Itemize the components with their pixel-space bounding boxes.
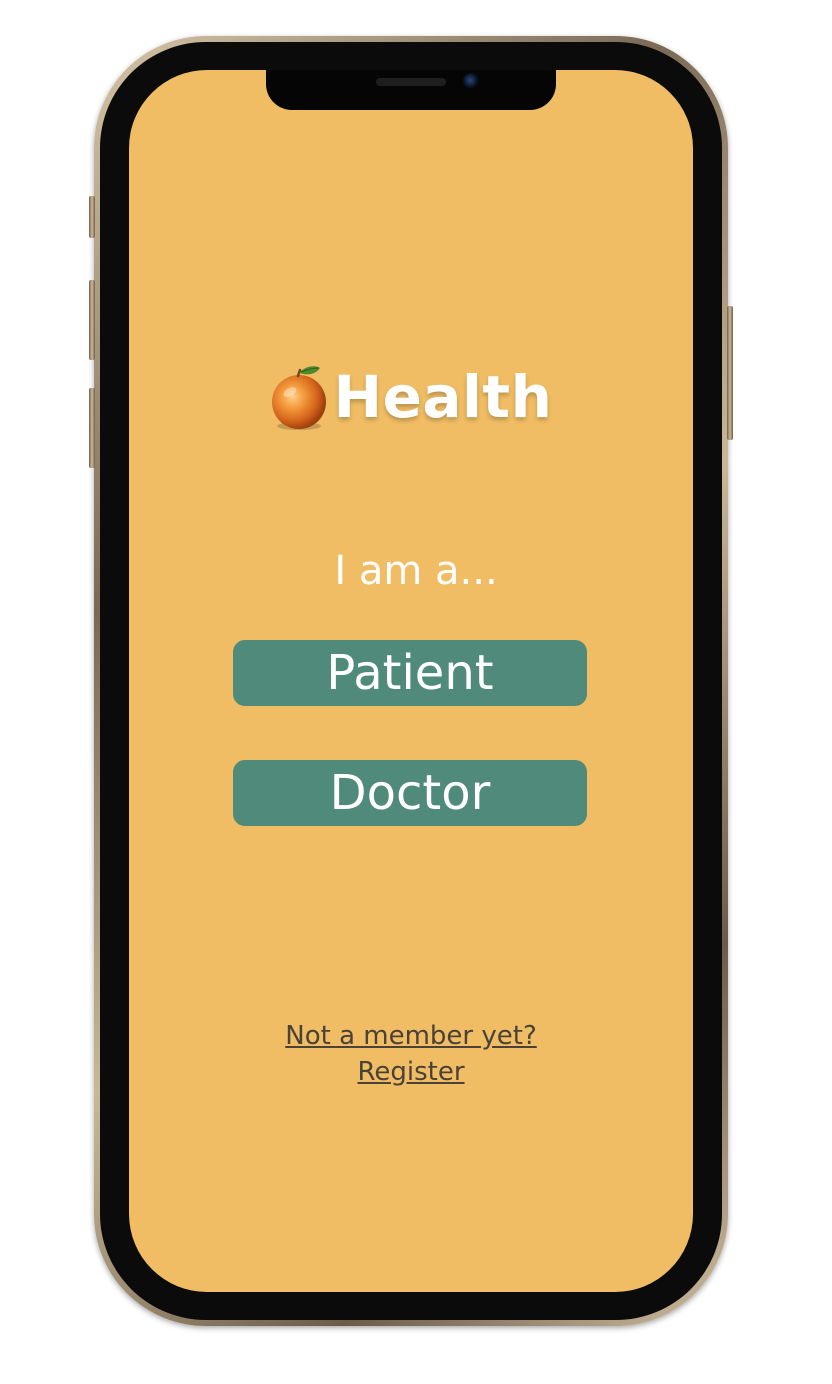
- role-prompt: I am a...: [334, 548, 498, 594]
- device-mockup: Health I am a... Patient Doctor Not a me…: [0, 0, 832, 1384]
- phone-notch: [266, 70, 556, 110]
- phone-mute-switch: [89, 196, 95, 238]
- phone-power-button: [727, 306, 733, 440]
- app-logo: Health: [129, 362, 693, 432]
- speaker-grille: [376, 78, 446, 86]
- front-camera: [463, 73, 479, 89]
- app-screen: Health I am a... Patient Doctor Not a me…: [129, 70, 693, 1292]
- orange-icon: [270, 362, 328, 432]
- register-text: Register: [357, 1057, 465, 1087]
- phone-volume-up: [89, 280, 95, 360]
- patient-button[interactable]: Patient: [233, 640, 587, 706]
- doctor-button[interactable]: Doctor: [233, 760, 587, 826]
- app-title: Health: [333, 363, 553, 431]
- phone-volume-down: [89, 388, 95, 468]
- register-prompt-text: Not a member yet?: [285, 1021, 537, 1051]
- register-link[interactable]: Not a member yet? Register: [129, 1018, 693, 1090]
